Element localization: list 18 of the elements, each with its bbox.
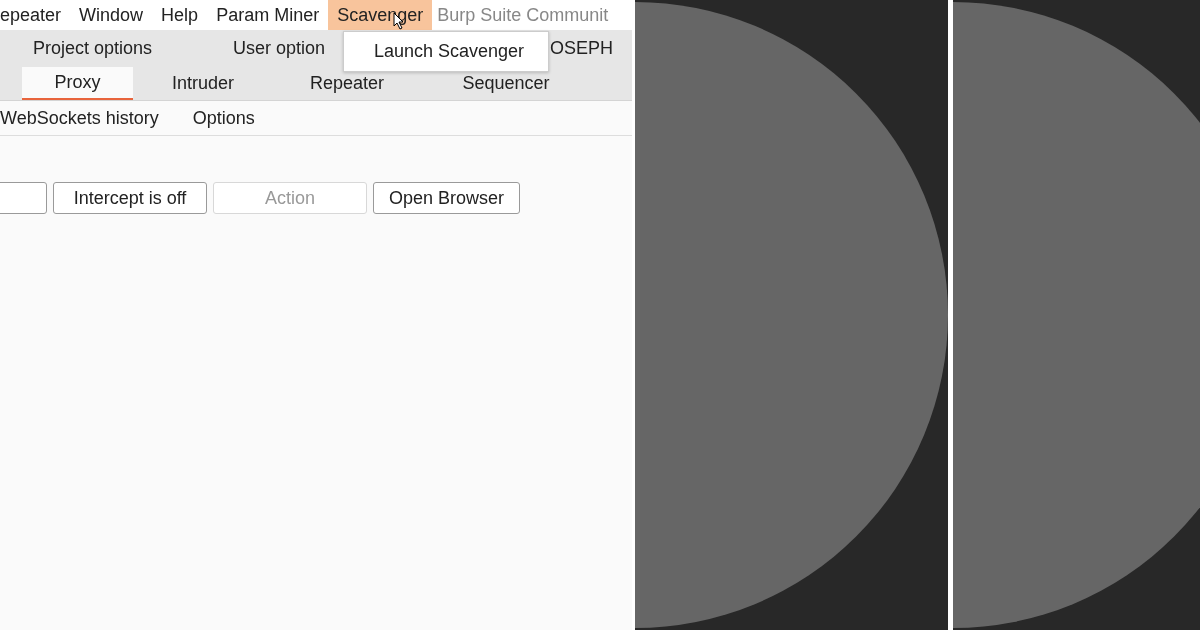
menu-item[interactable]: Help xyxy=(152,0,208,30)
menu-item[interactable]: epeater xyxy=(0,0,71,30)
tab[interactable]: OSEPH xyxy=(549,35,613,62)
toolbar-button[interactable]: Open Browser xyxy=(373,182,521,214)
tab[interactable]: WebSockets history xyxy=(0,104,159,132)
menu-item[interactable]: Param Miner xyxy=(207,0,329,30)
tab[interactable]: Sequencer xyxy=(421,67,591,100)
window-title: Burp Suite Communit xyxy=(436,3,609,27)
tab[interactable]: Proxy xyxy=(22,67,133,100)
toolbar-button[interactable] xyxy=(0,182,47,214)
menu-item[interactable]: Scavenger xyxy=(328,0,433,30)
tab[interactable]: User option xyxy=(233,35,326,62)
tab[interactable]: Intruder xyxy=(133,67,273,100)
tab[interactable]: Repeater xyxy=(273,67,421,100)
toolbar-button[interactable]: Intercept is off xyxy=(53,182,207,214)
tab[interactable]: Project options xyxy=(33,35,153,62)
menu-item[interactable]: Window xyxy=(70,0,153,30)
tab[interactable]: Options xyxy=(192,104,255,132)
